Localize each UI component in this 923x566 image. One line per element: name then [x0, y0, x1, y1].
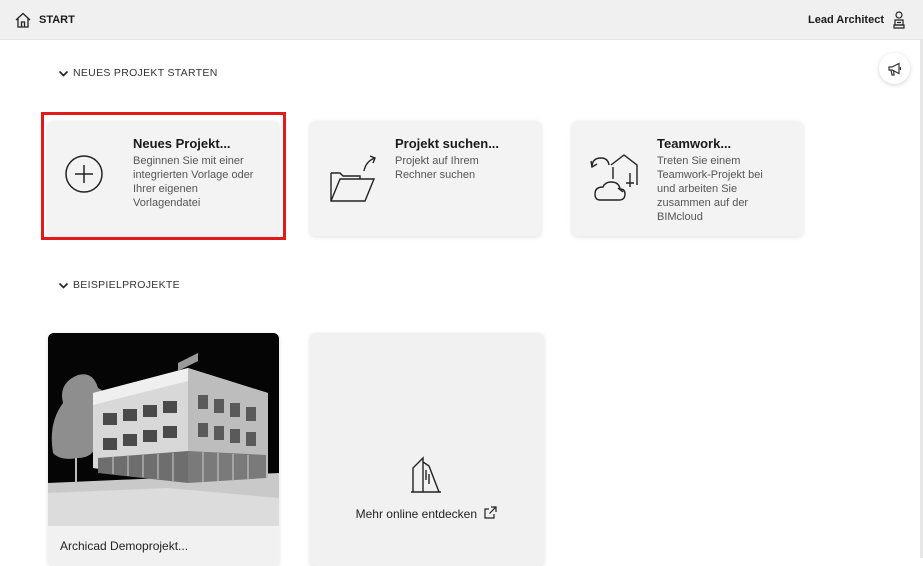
page-title: START: [39, 14, 75, 26]
megaphone-icon: [887, 62, 901, 76]
user-name[interactable]: Lead Architect: [808, 14, 884, 26]
demo-project-label: Archicad Demoprojekt...: [60, 539, 189, 553]
home-icon[interactable]: [14, 11, 32, 29]
building-icon: [411, 456, 441, 493]
open-folder-icon: [330, 155, 376, 202]
demo-project-label-bar: Archicad Demoprojekt...: [48, 526, 279, 566]
demo-project-thumbnail: [48, 333, 279, 526]
section-new-project[interactable]: NEUES PROJEKT STARTEN: [58, 67, 218, 79]
find-project-card[interactable]: Projekt suchen... Projekt auf Ihrem Rech…: [310, 121, 541, 236]
section-label: NEUES PROJEKT STARTEN: [73, 67, 218, 79]
user-icon[interactable]: [891, 10, 907, 29]
chevron-down-icon: [58, 70, 69, 77]
section-label: BEISPIELPROJEKTE: [73, 279, 180, 291]
more-online-card[interactable]: Mehr online entdecken: [310, 333, 544, 566]
teamwork-card[interactable]: Teamwork... Treten Sie einem Teamwork-Pr…: [572, 121, 803, 236]
demo-project-card[interactable]: Archicad Demoprojekt...: [48, 333, 279, 566]
external-link-icon: [484, 506, 497, 519]
more-online-text: Mehr online entdecken: [310, 505, 544, 521]
card-description: Beginnen Sie mit einer integrierten Vorl…: [133, 155, 254, 209]
more-online-label: Mehr online entdecken: [355, 507, 478, 521]
card-title: Projekt suchen...: [395, 136, 500, 151]
top-bar: START Lead Architect: [0, 0, 923, 40]
teamwork-cloud-icon: [590, 154, 638, 201]
card-title: Neues Projekt...: [133, 136, 231, 151]
section-example-projects[interactable]: BEISPIELPROJEKTE: [58, 279, 180, 291]
announcement-button[interactable]: [879, 53, 910, 84]
card-title: Teamwork...: [657, 136, 732, 151]
new-project-card[interactable]: Neues Projekt... Beginnen Sie mit einer …: [48, 121, 279, 236]
card-description: Projekt auf Ihrem Rechner suchen: [395, 155, 479, 181]
card-description: Treten Sie einem Teamwork-Projekt bei un…: [657, 155, 763, 223]
plus-circle-icon: [65, 155, 103, 193]
chevron-down-icon: [58, 282, 69, 289]
